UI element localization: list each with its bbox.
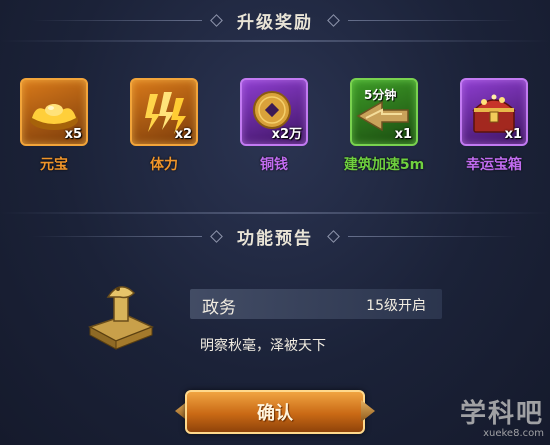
reward-name: 元宝: [40, 157, 68, 173]
feature-preview: 政务 15级开启 明察秋毫，泽被天下: [80, 275, 460, 375]
reward-quantity: x1: [504, 127, 522, 142]
header-divider-left: [32, 235, 202, 237]
feature-unlock-level: 15级开启: [366, 298, 426, 314]
reward-quantity: x2: [174, 127, 192, 142]
reward-quantity: x1: [394, 127, 412, 142]
confirm-button-label: 确认: [257, 403, 293, 424]
government-seal-icon: [88, 286, 154, 350]
reward-frame: x5: [20, 78, 88, 146]
feature-info-box: 政务 15级开启: [190, 289, 442, 319]
diamond-ornament-icon: [327, 13, 340, 27]
upgrade-rewards-title: 升级奖励: [237, 12, 313, 33]
diamond-ornament-icon: [210, 229, 223, 243]
watermark: 学科吧 xueke8.com: [460, 393, 544, 439]
header-divider-left: [32, 19, 202, 21]
feature-name: 政务: [202, 298, 236, 318]
reward-item-build-speedup[interactable]: 5分钟 x1 建筑加速5m: [338, 78, 430, 174]
watermark-brand: 学科吧: [459, 399, 544, 429]
reward-name: 铜钱: [260, 157, 288, 173]
feature-preview-title: 功能预告: [237, 228, 313, 249]
diamond-ornament-icon: [210, 13, 223, 27]
feature-description: 明察秋毫，泽被天下: [200, 338, 326, 354]
reward-item-stamina[interactable]: x2 体力: [118, 78, 210, 174]
reward-quantity: x2万: [271, 127, 302, 142]
reward-name: 建筑加速5m: [343, 157, 425, 173]
reward-quantity: x5: [64, 127, 82, 142]
reward-frame: 5分钟 x1: [350, 78, 418, 146]
reward-list: x5 元宝 x2 体力 x2万 铜钱 5分钟 x1 建筑加速5m x1 幸运宝箱: [0, 78, 550, 198]
upgrade-rewards-header: 升级奖励: [0, 0, 550, 40]
reward-item-gold-ingot[interactable]: x5 元宝: [8, 78, 100, 174]
reward-name: 幸运宝箱: [466, 157, 522, 173]
feature-preview-header: 功能预告: [0, 216, 550, 256]
confirm-button-wrapper: 确认: [175, 388, 375, 436]
reward-item-lucky-chest[interactable]: x1 幸运宝箱: [448, 78, 540, 174]
speedup-badge: 5分钟: [364, 88, 397, 102]
reward-frame: x2万: [240, 78, 308, 146]
watermark-url: xueke8.com: [483, 428, 544, 439]
reward-item-copper-coin[interactable]: x2万 铜钱: [228, 78, 320, 174]
reward-frame: x1: [460, 78, 528, 146]
reward-frame: x2: [130, 78, 198, 146]
reward-name: 体力: [150, 157, 178, 173]
upgrade-reward-panel: 升级奖励 x5 元宝 x2 体力 x2万 铜钱 5分钟 x1 建筑加速5m x1…: [0, 0, 550, 445]
header-divider-right: [348, 19, 518, 21]
button-ornament-right: [361, 400, 375, 422]
header-divider-right: [348, 235, 518, 237]
header-band: [0, 40, 550, 42]
confirm-button[interactable]: 确认: [185, 390, 365, 434]
section-band: [0, 212, 550, 214]
diamond-ornament-icon: [327, 229, 340, 243]
